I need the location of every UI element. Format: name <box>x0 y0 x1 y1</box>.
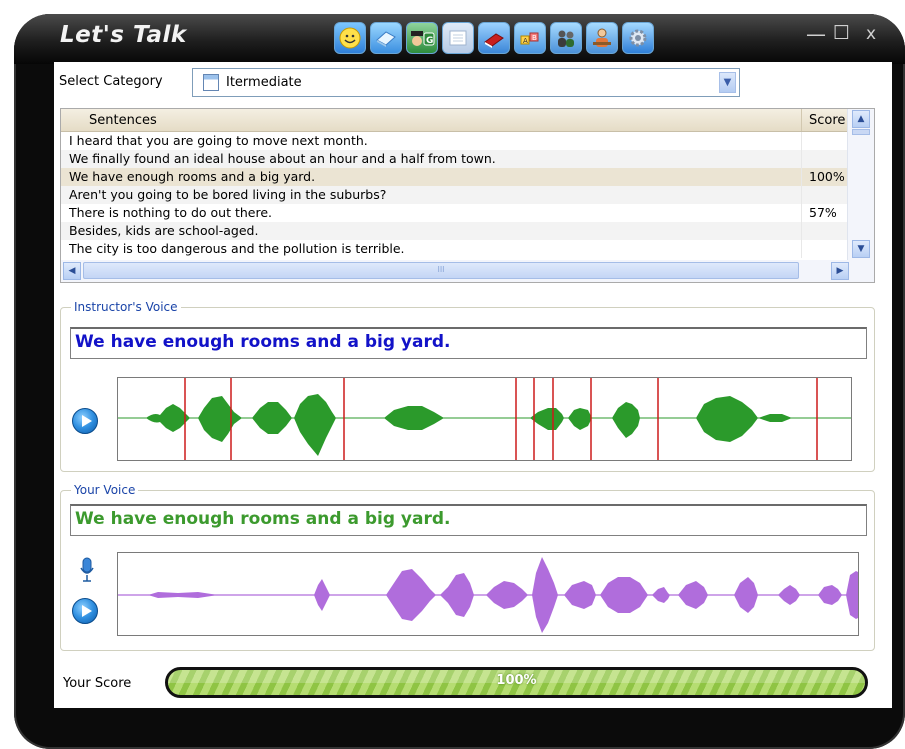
book-icon[interactable] <box>370 22 402 54</box>
table-row[interactable]: Aren't you going to be bored living in t… <box>61 186 848 204</box>
instructor-waveform-graphic <box>118 378 851 460</box>
category-label: Select Category <box>59 74 163 89</box>
toolbar: G AB <box>334 22 654 56</box>
your-waveform <box>117 552 859 636</box>
row-sentence: I heard that you are going to move next … <box>69 133 368 148</box>
row-score: 57% <box>809 205 837 220</box>
vertical-scrollbar[interactable]: ▲ ▼ <box>847 109 874 260</box>
chevron-down-icon[interactable]: ▼ <box>719 72 736 93</box>
your-score-label: Your Score <box>63 676 132 691</box>
table-row[interactable]: I heard that you are going to move next … <box>61 132 848 150</box>
horizontal-scroll-thumb[interactable]: III <box>83 262 799 279</box>
column-header-score[interactable]: Score <box>809 113 845 128</box>
graduate-icon[interactable]: G <box>406 22 438 54</box>
row-sentence: Besides, kids are school-aged. <box>69 223 259 238</box>
column-divider <box>801 109 802 131</box>
table-row[interactable]: We finally found an ideal house about an… <box>61 150 848 168</box>
scroll-right-icon[interactable]: ▶ <box>831 262 849 280</box>
instructor-waveform <box>117 377 852 461</box>
score-progress-text: 100% <box>496 673 537 688</box>
smiley-icon[interactable] <box>334 22 366 54</box>
row-sentence: The city is too dangerous and the pollut… <box>69 241 405 256</box>
your-waveform-graphic <box>118 557 858 633</box>
row-sentence: We finally found an ideal house about an… <box>69 151 496 166</box>
maximize-button[interactable]: ☐ <box>833 22 850 44</box>
row-sentence: There is nothing to do out there. <box>69 205 272 220</box>
abc-blocks-icon[interactable]: AB <box>514 22 546 54</box>
table-row-selected[interactable]: We have enough rooms and a big yard. 100% <box>61 168 848 186</box>
your-sentence-field: We have enough rooms and a big yard. <box>70 504 867 536</box>
people-icon[interactable] <box>550 22 582 54</box>
red-book-icon[interactable] <box>478 22 510 54</box>
close-button[interactable]: x <box>866 24 876 44</box>
category-select[interactable]: Itermediate ▼ <box>192 68 740 97</box>
table-row[interactable]: There is nothing to do out there. 57% <box>61 204 848 222</box>
scroll-up-icon[interactable]: ▲ <box>852 110 870 128</box>
table-row[interactable]: The city is too dangerous and the pollut… <box>61 240 848 258</box>
calendar-icon <box>203 74 219 91</box>
svg-text:A: A <box>523 37 528 45</box>
svg-text:G: G <box>426 36 433 46</box>
notepad-icon[interactable] <box>442 22 474 54</box>
sentence-table: Sentences Score I heard that you are goi… <box>60 108 875 283</box>
minimize-button[interactable]: — <box>806 22 826 46</box>
row-score: 100% <box>809 169 845 184</box>
instructor-voice-legend: Instructor's Voice <box>74 300 178 314</box>
score-progress-bar: 100% <box>165 667 868 698</box>
your-play-button[interactable] <box>72 598 98 624</box>
app-title: Let's Talk <box>60 22 187 48</box>
settings-icon[interactable] <box>622 22 654 54</box>
your-voice-legend: Your Voice <box>74 483 136 497</box>
instructor-play-button[interactable] <box>72 408 98 434</box>
scroll-left-icon[interactable]: ◀ <box>63 262 81 280</box>
instructor-sentence-field: We have enough rooms and a big yard. <box>70 327 867 359</box>
row-sentence: Aren't you going to be bored living in t… <box>69 187 387 202</box>
svg-text:B: B <box>532 34 537 42</box>
table-row[interactable]: Besides, kids are school-aged. <box>61 222 848 240</box>
microphone-icon[interactable] <box>80 557 94 583</box>
vertical-scroll-thumb[interactable] <box>852 129 870 135</box>
column-header-sentences[interactable]: Sentences <box>89 113 157 128</box>
scroll-grip: III <box>437 265 445 274</box>
category-value: Itermediate <box>226 75 302 90</box>
scroll-down-icon[interactable]: ▼ <box>852 240 870 258</box>
teacher-icon[interactable] <box>586 22 618 54</box>
horizontal-scrollbar[interactable]: ◀ III ▶ <box>61 260 874 282</box>
table-header: Sentences Score <box>61 109 848 132</box>
row-sentence: We have enough rooms and a big yard. <box>69 169 316 184</box>
